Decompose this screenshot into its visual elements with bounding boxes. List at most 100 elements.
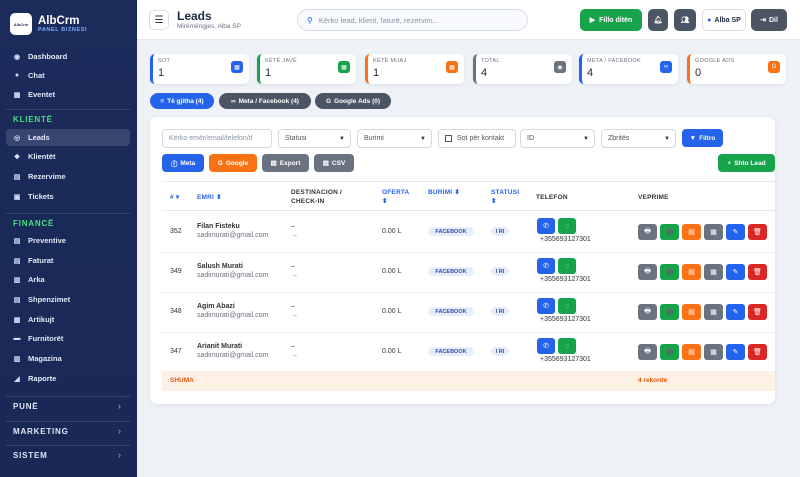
lead-offer: 0.00 L: [382, 228, 402, 235]
sidebar-item-chat[interactable]: ● Chat: [6, 67, 130, 84]
global-search-input[interactable]: ⚲ Kërko lead, klient, faturë, rezervim...: [297, 9, 528, 31]
delete-button[interactable]: 🗑︎: [748, 304, 767, 320]
delete-icon: 🗑︎: [753, 229, 762, 236]
divider: [6, 421, 130, 422]
tab-google[interactable]: G Google Ads (0): [315, 93, 391, 109]
stat-card: TOTAL 4 ◉: [473, 54, 572, 84]
lead-name: Arianit Murati: [197, 343, 243, 350]
document-button[interactable]: ▤: [682, 224, 701, 240]
convert-button[interactable]: ▦: [704, 304, 723, 320]
clock-in-button[interactable]: ▶ Fillo ditën: [580, 9, 642, 31]
sidebar-item-furnitort[interactable]: ▬ Furnitorët: [6, 330, 130, 347]
print-button[interactable]: 🖶︎: [638, 344, 657, 360]
calendar-icon: ▦: [13, 91, 21, 99]
convert-button[interactable]: ▦: [704, 344, 723, 360]
divider: [162, 332, 775, 333]
checkbox-icon: [445, 135, 452, 142]
whatsapp-button[interactable]: ◌: [558, 338, 576, 354]
print-button[interactable]: 🖶︎: [638, 304, 657, 320]
sidebar-item-label: Arka: [28, 275, 45, 284]
delete-button[interactable]: 🗑︎: [748, 344, 767, 360]
sidebar-item-label: Magazina: [28, 354, 62, 363]
logout-button[interactable]: ⇥ Dil: [751, 9, 787, 31]
clock-in-label: Fillo ditën: [599, 16, 633, 24]
whatsapp-button[interactable]: ◌: [558, 218, 576, 234]
call-button[interactable]: ✆: [537, 258, 555, 274]
add-lead-button[interactable]: + Shto Lead: [718, 154, 775, 172]
notifications-button[interactable]: 🔔︎: [648, 9, 668, 31]
sidebar-group-marketing[interactable]: MARKETING: [13, 427, 69, 436]
assign-user-button[interactable]: ➕: [660, 304, 679, 320]
sidebar-item-eventet[interactable]: ▦ Eventet: [6, 86, 130, 103]
assign-user-button[interactable]: ➕: [660, 264, 679, 280]
sidebar-item-klientt[interactable]: ❖ Klientët: [6, 148, 130, 165]
lead-search-input[interactable]: Kërko emër/email/telefon/d: [162, 129, 272, 148]
export-button[interactable]: ▤ Export: [262, 154, 309, 172]
menu-toggle-button[interactable]: ☰: [149, 10, 169, 30]
sidebar-item-leads[interactable]: ◎ Leads: [6, 129, 130, 146]
team-button[interactable]: 👥︎: [674, 9, 696, 31]
assign-user-button[interactable]: ➕: [660, 344, 679, 360]
sidebar-item-artikujt[interactable]: ▦ Artikujt: [6, 311, 130, 328]
sidebar-item-magazina[interactable]: ▥ Magazina: [6, 350, 130, 367]
chevron-right-icon[interactable]: ›: [118, 426, 121, 436]
edit-button[interactable]: ✎: [726, 264, 745, 280]
whatsapp-button[interactable]: ◌: [558, 298, 576, 314]
call-button[interactable]: ✆: [537, 298, 555, 314]
sidebar: AlbCrm AlbCrm PANEL BIZNESI ◉ Dashboard ● C…: [0, 0, 137, 477]
filter-button[interactable]: ▼ Filtro: [682, 129, 723, 147]
edit-button[interactable]: ✎: [726, 224, 745, 240]
convert-button[interactable]: ▦: [704, 224, 723, 240]
stat-card: KËTË JAVË 1 ▦: [257, 54, 356, 84]
tab-meta[interactable]: ∞ Meta / Facebook (4): [219, 93, 311, 109]
col-name-header[interactable]: EMRI ⬍: [197, 193, 222, 202]
brand[interactable]: AlbCrm AlbCrm PANEL BIZNESI: [10, 12, 87, 36]
sidebar-item-preventive[interactable]: ▤ Preventive: [6, 232, 130, 249]
tab-all[interactable]: ≡ Të gjitha (4): [150, 93, 214, 109]
whatsapp-button[interactable]: ◌: [558, 258, 576, 274]
convert-button[interactable]: ▦: [704, 264, 723, 280]
sidebar-item-arka[interactable]: ▥ Arka: [6, 271, 130, 288]
col-offer-header[interactable]: OFERTA ⬍: [382, 188, 409, 206]
source-select[interactable]: Burimi ▼: [357, 129, 432, 148]
delete-button[interactable]: 🗑︎: [748, 264, 767, 280]
import-google-button[interactable]: G Google: [209, 154, 257, 172]
contact-today-checkbox[interactable]: Sot për kontakt: [438, 129, 516, 148]
user-menu-button[interactable]: ● Alba SP: [702, 9, 746, 31]
sidebar-group-punë[interactable]: PUNË: [13, 402, 38, 411]
print-button[interactable]: 🖶︎: [638, 224, 657, 240]
sidebar-item-tickets[interactable]: ▣ Tickets: [6, 188, 130, 205]
filter-icon: ▼: [689, 134, 697, 142]
chevron-right-icon[interactable]: ›: [118, 401, 121, 411]
print-button[interactable]: 🖶︎: [638, 264, 657, 280]
document-button[interactable]: ▤: [682, 344, 701, 360]
call-button[interactable]: ✆: [537, 218, 555, 234]
edit-button[interactable]: ✎: [726, 344, 745, 360]
sidebar-item-rezervime[interactable]: ▤ Rezervime: [6, 168, 130, 185]
col-status-header[interactable]: STATUSI ⬍: [491, 188, 519, 206]
col-source-header[interactable]: BURIMI ⬍: [428, 188, 460, 197]
edit-button[interactable]: ✎: [726, 304, 745, 320]
document-button[interactable]: ▤: [682, 304, 701, 320]
delete-button[interactable]: 🗑︎: [748, 224, 767, 240]
document-button[interactable]: ▤: [682, 264, 701, 280]
csv-button[interactable]: ▤ CSV: [314, 154, 354, 172]
sidebar-item-faturat[interactable]: ▤ Faturat: [6, 252, 130, 269]
sidebar-group-sistem[interactable]: SISTEM: [13, 451, 48, 460]
status-select[interactable]: Statusi ▼: [278, 129, 351, 148]
sort-order-select[interactable]: Zbritës ▼: [601, 129, 676, 148]
col-name-label: EMRI: [197, 194, 215, 201]
sort-field-select[interactable]: ID ▼: [520, 129, 595, 148]
col-id-header[interactable]: # ▾: [170, 193, 179, 202]
source-badge: FACEBOOK: [428, 347, 474, 356]
status-badge: I RI: [491, 267, 509, 276]
call-button[interactable]: ✆: [537, 338, 555, 354]
sidebar-item-dashboard[interactable]: ◉ Dashboard: [6, 48, 130, 65]
assign-user-button[interactable]: ➕: [660, 224, 679, 240]
import-meta-button[interactable]: ⓕ Meta: [162, 154, 204, 172]
contact-today-label: Sot për kontakt: [457, 135, 505, 142]
sidebar-item-raporte[interactable]: ◢ Raporte: [6, 370, 130, 387]
chevron-right-icon[interactable]: ›: [118, 450, 121, 460]
source-badge: FACEBOOK: [428, 267, 474, 276]
sidebar-item-shpenzimet[interactable]: ▤ Shpenzimet: [6, 291, 130, 308]
